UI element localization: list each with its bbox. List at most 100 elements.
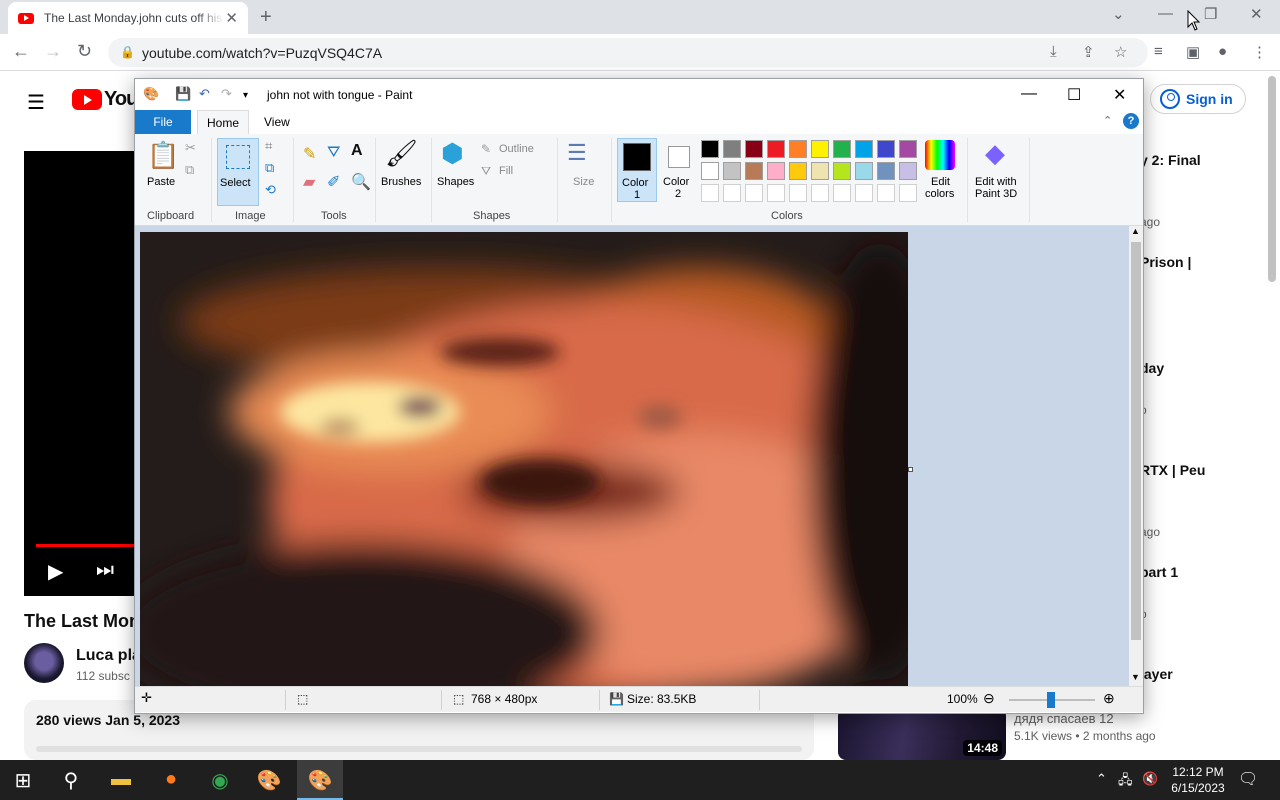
color2-label[interactable]: Color	[663, 176, 689, 188]
menu-icon[interactable]: ☰	[27, 90, 45, 115]
custom-color-slot[interactable]	[701, 184, 719, 202]
restore-button[interactable]: ❐	[1204, 5, 1217, 23]
color-picker-icon[interactable]: ✐	[327, 172, 340, 192]
zoom-slider-thumb[interactable]	[1047, 692, 1055, 708]
zoom-out-icon[interactable]: ⊖	[983, 690, 995, 707]
paint-app-icon[interactable]: 🎨	[143, 86, 159, 102]
back-arrow-icon[interactable]: ←	[12, 41, 30, 62]
brushes-icon[interactable]: 🖌	[385, 138, 418, 169]
brushes-button[interactable]: Brushes	[381, 176, 421, 188]
tab-view[interactable]: View	[255, 110, 299, 134]
custom-color-slot[interactable]	[723, 184, 741, 202]
palette-swatch[interactable]	[789, 162, 807, 180]
magnifier-icon[interactable]: 🔍	[351, 172, 371, 192]
palette-swatch[interactable]	[745, 162, 763, 180]
side-panel-icon[interactable]: ▣	[1186, 43, 1200, 61]
install-app-icon[interactable]: ⤓	[1050, 43, 1057, 60]
help-icon[interactable]: ?	[1123, 113, 1139, 129]
text-icon[interactable]: A	[351, 142, 363, 160]
close-tab-icon[interactable]: ✕	[225, 9, 238, 27]
browser-tab[interactable]: The Last Monday.john cuts off his ✕	[8, 2, 248, 34]
page-scrollbar[interactable]	[1268, 76, 1276, 282]
custom-color-slot[interactable]	[833, 184, 851, 202]
scroll-down-icon[interactable]: ▼	[1131, 672, 1140, 682]
rec-title[interactable]: RTX | Peu	[1140, 462, 1205, 478]
palette-swatch[interactable]	[855, 140, 873, 158]
new-tab-button[interactable]: +	[260, 6, 272, 29]
outline-icon[interactable]: ✎	[481, 142, 491, 156]
size-button[interactable]: Size	[573, 176, 594, 188]
canvas-resize-handle[interactable]	[908, 467, 913, 472]
palette-swatch[interactable]	[833, 162, 851, 180]
palette-swatch[interactable]	[899, 140, 917, 158]
profile-icon[interactable]: ●	[1218, 43, 1227, 60]
play-icon[interactable]: ▶	[48, 559, 63, 584]
canvas-vertical-scrollbar[interactable]: ▲ ▼	[1129, 226, 1143, 686]
close-window-button[interactable]: ✕	[1250, 5, 1263, 23]
paste-icon[interactable]: 📋	[147, 140, 179, 171]
palette-swatch[interactable]	[855, 162, 873, 180]
paint-taskbar-icon[interactable]: 🎨	[254, 768, 284, 793]
resize-icon[interactable]: ⧉	[265, 160, 274, 176]
shapes-icon[interactable]: ⬢	[441, 138, 464, 169]
rec-thumbnail[interactable]: 14:48	[838, 708, 1006, 760]
zoom-in-icon[interactable]: ⊕	[1103, 690, 1115, 707]
select-button[interactable]: Select	[217, 138, 259, 206]
palette-swatch[interactable]	[899, 162, 917, 180]
paint-active-taskbar-button[interactable]: 🎨	[297, 760, 343, 800]
volume-muted-icon[interactable]: 🔇	[1142, 771, 1158, 787]
paste-button[interactable]: Paste	[147, 176, 175, 188]
shapes-button[interactable]: Shapes	[437, 176, 474, 188]
palette-swatch[interactable]	[767, 140, 785, 158]
channel-name[interactable]: Luca pla	[76, 647, 136, 665]
eraser-icon[interactable]: ▰	[303, 172, 315, 192]
file-explorer-icon[interactable]: ▬	[106, 768, 136, 791]
rotate-icon[interactable]: ⟲	[265, 182, 276, 198]
size-icon[interactable]: ☰	[567, 140, 587, 166]
palette-swatch[interactable]	[811, 162, 829, 180]
palette-swatch[interactable]	[811, 140, 829, 158]
taskbar-clock[interactable]: 12:12 PM 6/15/2023	[1160, 764, 1236, 796]
paint-titlebar[interactable]: 🎨 💾 ↶ ↷ ▾ john not with tongue - Paint —…	[135, 79, 1143, 110]
start-windows-icon[interactable]: ⊞	[8, 768, 38, 793]
custom-color-slot[interactable]	[811, 184, 829, 202]
show-hidden-icons-icon[interactable]: ⌃	[1096, 771, 1107, 787]
chrome-menu-icon[interactable]: ⋮	[1252, 43, 1267, 61]
paint-close-button[interactable]: ✕	[1113, 85, 1126, 105]
custom-color-slot[interactable]	[855, 184, 873, 202]
color2-swatch[interactable]	[668, 146, 690, 168]
paint-minimize-button[interactable]: —	[1021, 85, 1037, 103]
rec-title[interactable]: part 1	[1140, 564, 1178, 580]
palette-swatch[interactable]	[723, 162, 741, 180]
minimize-button[interactable]: —	[1158, 5, 1173, 22]
fill-button[interactable]: Fill	[499, 165, 513, 177]
palette-swatch[interactable]	[789, 140, 807, 158]
fill-bucket-icon[interactable]: ⛛	[327, 144, 340, 162]
scrollbar-thumb[interactable]	[1131, 242, 1141, 640]
crop-icon[interactable]: ⌗	[265, 138, 272, 154]
network-icon[interactable]: 🖧	[1118, 771, 1133, 793]
palette-swatch[interactable]	[745, 140, 763, 158]
rec-title[interactable]: y 2: Final	[1140, 152, 1201, 168]
notifications-icon[interactable]: 🗨	[1238, 769, 1258, 789]
palette-swatch[interactable]	[833, 140, 851, 158]
customize-quick-access-icon[interactable]: ▾	[243, 90, 248, 101]
paint-maximize-button[interactable]: ☐	[1067, 85, 1081, 105]
custom-color-slot[interactable]	[767, 184, 785, 202]
edit-colors-icon[interactable]	[925, 140, 955, 170]
cut-icon[interactable]: ✂	[185, 140, 196, 156]
video-player[interactable]: ▶ ⏭	[24, 151, 134, 596]
canvas-area[interactable]	[135, 226, 1131, 686]
progress-bar[interactable]	[36, 544, 134, 547]
custom-color-slot[interactable]	[745, 184, 763, 202]
collapse-ribbon-icon[interactable]: ⌃	[1103, 114, 1112, 127]
custom-color-slot[interactable]	[789, 184, 807, 202]
tab-search-icon[interactable]: ⌄	[1112, 5, 1125, 23]
undo-icon[interactable]: ↶	[199, 86, 210, 102]
paint3d-icon[interactable]: ◆	[985, 138, 1005, 169]
bookmark-star-icon[interactable]: ☆	[1114, 43, 1127, 61]
palette-swatch[interactable]	[767, 162, 785, 180]
next-icon[interactable]: ⏭	[96, 559, 114, 582]
share-icon[interactable]: ⇪	[1082, 43, 1095, 61]
channel-avatar[interactable]	[24, 643, 64, 683]
